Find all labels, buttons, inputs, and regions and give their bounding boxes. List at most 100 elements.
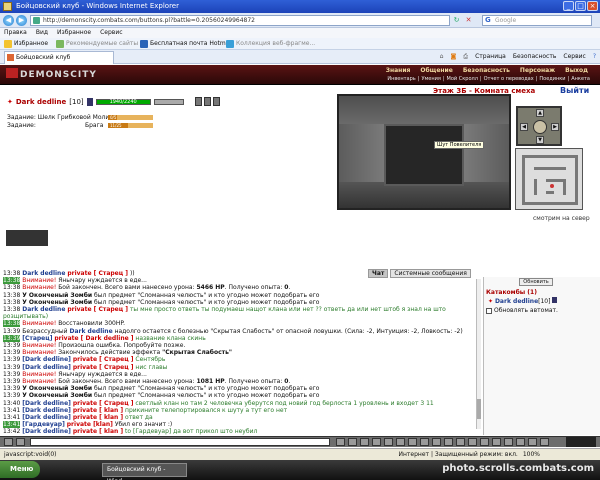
chat-private-tag[interactable]: private [ Старец ]	[67, 306, 128, 313]
chat-timestamp[interactable]: 13:39	[3, 364, 20, 371]
chat-input[interactable]	[30, 438, 330, 446]
chat-private-tag[interactable]: private [ Старец ]	[73, 364, 134, 371]
toolbar-button[interactable]	[4, 438, 13, 446]
nav-security[interactable]: Безопасность	[463, 67, 510, 74]
scrollbar-thumb[interactable]	[477, 399, 481, 419]
subnav-profile[interactable]: Анкета	[571, 76, 590, 82]
chat-nick[interactable]: [Dark dedline]	[22, 400, 71, 407]
toolbar-button[interactable]	[16, 438, 25, 446]
shield-icon[interactable]	[194, 97, 202, 106]
minimize-button[interactable]: _	[563, 1, 574, 11]
toolbar-button[interactable]	[540, 438, 549, 446]
chat-nick[interactable]: [Гардевуар]	[22, 421, 65, 428]
toolbar-button[interactable]	[468, 438, 477, 446]
chat-private-tag[interactable]: private [ klan ]	[73, 407, 123, 414]
toolbar-button[interactable]	[336, 438, 345, 446]
safety-menu[interactable]: Безопасность	[513, 50, 557, 64]
nav-exit[interactable]: Выход	[565, 67, 588, 74]
toolbar-button[interactable]	[492, 438, 501, 446]
chat-timestamp[interactable]: 13:38	[3, 284, 20, 291]
online-user-name[interactable]: Dark dedline	[495, 298, 538, 305]
toolbar-button[interactable]	[480, 438, 489, 446]
subnav-transfers[interactable]: Отчет о переводах	[484, 76, 534, 82]
stop-icon[interactable]: ✕	[464, 15, 473, 26]
chat-private-tag[interactable]: private [ Старец ]	[67, 270, 128, 277]
toolbar-button[interactable]	[360, 438, 369, 446]
subnav-skills[interactable]: Умения	[421, 76, 440, 82]
chat-timestamp[interactable]: 13:38	[3, 320, 21, 328]
chat-nick[interactable]: Dark dedline	[22, 306, 65, 313]
shield-icon[interactable]	[203, 97, 211, 106]
nav-communication[interactable]: Общение	[420, 67, 452, 74]
chat-nick[interactable]: [Старец]	[22, 335, 52, 342]
refresh-icon[interactable]: ↻	[452, 15, 461, 26]
favorite-hotmail[interactable]: Бесплатная почта Hotmail	[140, 38, 233, 50]
toolbar-button[interactable]	[504, 438, 513, 446]
refresh-button[interactable]: Обновить	[519, 278, 553, 286]
chat-timestamp[interactable]: 13:42	[3, 428, 20, 435]
chat-timestamp[interactable]: 13:39	[3, 349, 20, 356]
chat-private-tag[interactable]: private [ Старец ]	[73, 356, 134, 363]
chat-timestamp[interactable]: 13:38	[3, 299, 20, 306]
menu-favorites[interactable]: Избранное	[57, 28, 91, 38]
maximize-button[interactable]: □	[575, 1, 586, 11]
taskbar-item-ie[interactable]: Бойцовский клуб - Wind...	[102, 463, 187, 480]
turn-right-button[interactable]: ▶	[551, 123, 559, 131]
chat-private-tag[interactable]: private [ Dark dedline ]	[54, 335, 133, 342]
toolbar-button[interactable]	[432, 438, 441, 446]
chat-private-tag[interactable]: private [ klan ]	[73, 428, 123, 435]
chat-timestamp[interactable]: 13:41	[3, 421, 21, 429]
online-user[interactable]: ✦ Dark dedline[10]	[488, 297, 558, 305]
close-button[interactable]: ×	[587, 1, 598, 11]
info-icon[interactable]	[86, 97, 93, 106]
chat-nick[interactable]: [Dark dedline]	[22, 356, 71, 363]
chat-timestamp[interactable]: 13:39	[3, 356, 20, 363]
toolbar-button[interactable]	[408, 438, 417, 446]
chat-nick[interactable]: [Dark dedline]	[22, 364, 71, 371]
move-forward-button[interactable]: ▲	[536, 109, 544, 117]
chat-private-tag[interactable]: private [klan]	[67, 421, 113, 428]
move-back-button[interactable]: ▼	[536, 136, 544, 144]
toolbar-button[interactable]	[348, 438, 357, 446]
toolbar-button[interactable]	[516, 438, 525, 446]
help-icon[interactable]: ?	[593, 50, 596, 64]
home-icon[interactable]: ⌂	[440, 50, 444, 64]
toolbar-button[interactable]	[528, 438, 537, 446]
page-menu[interactable]: Страница	[475, 50, 506, 64]
favorites-button[interactable]: Избранное	[4, 38, 48, 50]
player-name[interactable]: Dark dedline	[16, 98, 66, 106]
back-icon[interactable]: ◀	[3, 15, 14, 26]
chat-nick[interactable]: [Dark dedline]	[22, 428, 71, 435]
chat-nick[interactable]: Dark dedline	[69, 328, 112, 335]
tools-menu[interactable]: Сервис	[563, 50, 585, 64]
chat-scrollbar[interactable]	[476, 279, 481, 429]
toolbar-button[interactable]	[420, 438, 429, 446]
chat-timestamp[interactable]: 13:38	[3, 292, 20, 299]
chat-timestamp[interactable]: 13:39	[3, 392, 20, 399]
subnav-inventory[interactable]: Инвентарь	[387, 76, 415, 82]
menu-edit[interactable]: Правка	[4, 28, 27, 38]
chat-nick[interactable]: [Dark dedline]	[22, 407, 71, 414]
chat-timestamp[interactable]: 13:41	[3, 407, 20, 414]
chat-timestamp[interactable]: 13:39	[3, 371, 20, 378]
chat-private-tag[interactable]: private [ klan ]	[73, 414, 123, 421]
start-button[interactable]: Меню	[0, 461, 40, 478]
chat-timestamp[interactable]: 13:39	[3, 342, 20, 349]
chat-timestamp[interactable]: 13:38	[3, 270, 20, 277]
chat-timestamp[interactable]: 13:41	[3, 414, 20, 421]
url-field[interactable]: http://demonscity.combats.com/buttons.pl…	[30, 15, 450, 26]
tab-fight-club[interactable]: Бойцовский клуб	[4, 51, 114, 64]
favorite-webslices[interactable]: Коллекция веб-фрагме...	[226, 38, 315, 50]
toolbar-button[interactable]	[372, 438, 381, 446]
info-icon[interactable]	[552, 297, 558, 303]
favorite-suggested-sites[interactable]: Рекомендуемые сайты	[56, 38, 138, 50]
forward-icon[interactable]: ▶	[16, 15, 27, 26]
dungeon-view[interactable]: Шут Повелителя	[337, 94, 511, 210]
auto-refresh-checkbox[interactable]	[486, 307, 492, 314]
shield-icon[interactable]	[212, 97, 220, 106]
chat-timestamp[interactable]: 13:38	[3, 277, 21, 285]
feeds-icon[interactable]: ◙	[450, 50, 456, 64]
menu-view[interactable]: Вид	[36, 28, 48, 38]
chat-timestamp[interactable]: 13:38	[3, 306, 20, 313]
toolbar-button[interactable]	[444, 438, 453, 446]
